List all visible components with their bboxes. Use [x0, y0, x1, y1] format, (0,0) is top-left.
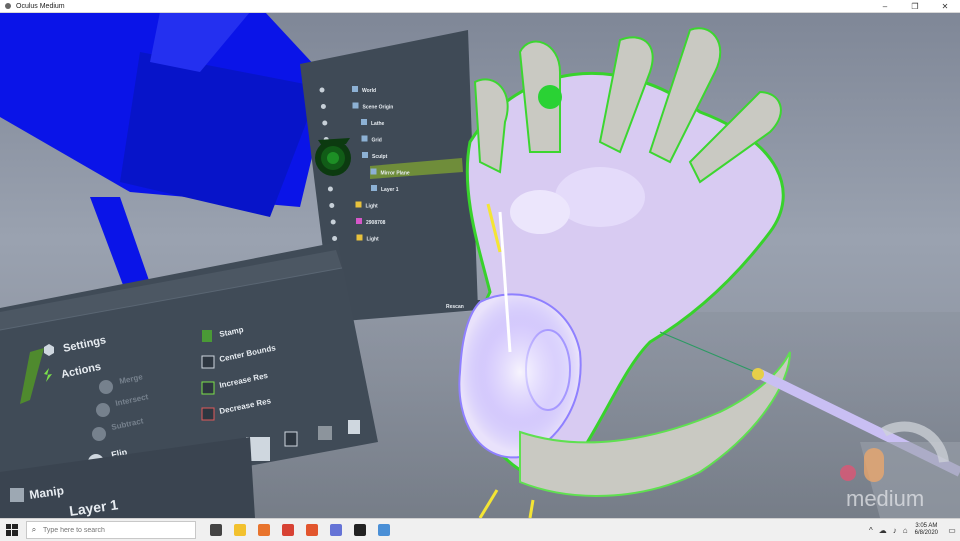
hierarchy-item-label: Grid	[372, 138, 382, 144]
hierarchy-item-label: Layer 1	[381, 187, 399, 193]
node-icon	[352, 102, 359, 109]
node-icon	[352, 86, 358, 92]
intersect-icon	[96, 403, 110, 417]
increase-res-icon	[201, 381, 215, 395]
node-icon	[356, 234, 363, 241]
network-icon[interactable]: ⌂	[903, 526, 908, 535]
node-icon	[355, 201, 362, 208]
windows-taskbar: ⌕ ^ ☁ ♪ ⌂ 3:05 AM 6/8/2020 ▭	[0, 518, 960, 541]
maximize-button[interactable]: ❐	[900, 0, 930, 12]
eye-icon[interactable]	[330, 219, 336, 225]
pinned-apps	[204, 519, 396, 541]
taskbar-search[interactable]: ⌕	[26, 521, 196, 539]
cube-icon[interactable]	[318, 426, 332, 440]
clock-time: 3:05 AM	[915, 523, 938, 529]
node-icon	[361, 135, 368, 142]
chrome-icon[interactable]	[276, 519, 300, 541]
rescan-label[interactable]: Rescan	[446, 304, 464, 310]
title-bar: Oculus Medium – ❐ ✕	[0, 0, 960, 13]
node-icon	[362, 152, 368, 158]
oculus-icon[interactable]	[348, 519, 372, 541]
speaker-icon[interactable]: ♪	[893, 526, 897, 535]
firefox-alt-icon[interactable]	[300, 519, 324, 541]
onedrive-icon[interactable]: ☁	[879, 526, 887, 535]
clock-date: 6/8/2020	[914, 530, 938, 536]
decrease-res-icon	[201, 407, 215, 421]
window-title: Oculus Medium	[16, 2, 65, 10]
node-icon	[370, 168, 377, 175]
discord-icon[interactable]	[324, 519, 348, 541]
minimize-button[interactable]: –	[870, 0, 900, 12]
hierarchy-item-label: Mirror Plane	[381, 171, 410, 177]
eye-icon[interactable]	[329, 203, 335, 208]
merge-icon	[99, 380, 113, 394]
file-explorer-icon[interactable]	[228, 519, 252, 541]
hierarchy-item-label: Light	[366, 204, 379, 210]
stamp-icon	[202, 330, 212, 342]
eye-icon[interactable]	[327, 186, 333, 192]
eye-icon[interactable]	[322, 120, 328, 126]
hierarchy-item-label: Light	[367, 237, 380, 243]
firefox-icon[interactable]	[252, 519, 276, 541]
vr-scene: Rescan World Scene Origin Lathe Grid Sculpt M…	[0, 12, 960, 518]
close-button[interactable]: ✕	[930, 0, 960, 12]
eye-icon[interactable]	[332, 236, 338, 241]
windows-logo-icon	[6, 524, 18, 536]
center-bounds-icon	[201, 355, 215, 369]
search-icon: ⌕	[31, 525, 37, 534]
oculus-medium-app-icon	[5, 3, 11, 9]
node-icon	[361, 119, 367, 125]
eye-icon[interactable]	[320, 104, 326, 109]
hierarchy-item-label: Lathe	[371, 121, 385, 127]
node-icon	[356, 218, 362, 224]
chevron-up-icon[interactable]: ^	[869, 526, 873, 535]
trash-icon[interactable]	[348, 420, 360, 434]
hierarchy-item-label: Scene Origin	[363, 105, 394, 111]
node-icon	[371, 185, 377, 191]
notification-icon[interactable]: ▭	[944, 519, 960, 541]
medium-app-icon[interactable]	[372, 519, 396, 541]
hierarchy-item-label: Sculpt	[372, 154, 388, 160]
hierarchy-item-label: 2908708	[366, 220, 386, 226]
search-input[interactable]	[41, 525, 185, 535]
start-button[interactable]	[0, 519, 24, 541]
system-tray: ^ ☁ ♪ ⌂ 3:05 AM 6/8/2020 ▭	[866, 519, 960, 541]
task-view-icon[interactable]	[204, 519, 228, 541]
lock-icon[interactable]	[284, 431, 298, 447]
clock[interactable]: 3:05 AM 6/8/2020	[915, 523, 938, 537]
subtract-icon	[92, 427, 106, 441]
manip-icon	[10, 488, 24, 502]
eye-icon[interactable]	[319, 87, 325, 93]
vr-viewport[interactable]: Rescan World Scene Origin Lathe Grid Sculpt M…	[0, 12, 960, 518]
hierarchy-item-label: World	[362, 88, 376, 94]
watermark-text: medium	[846, 486, 924, 511]
